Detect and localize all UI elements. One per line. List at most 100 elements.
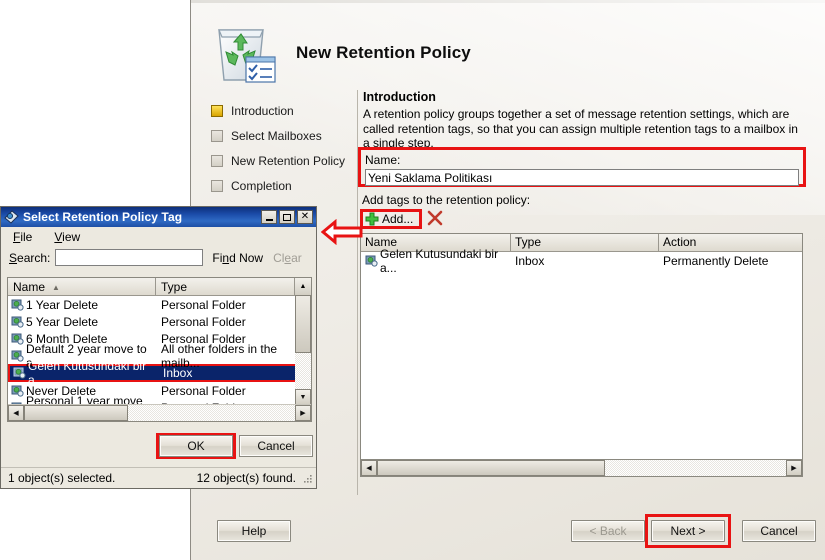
grid-cell-name-text: Gelen Kutusundaki bir a...	[380, 246, 499, 275]
list-item-name-text: 1 Year Delete	[26, 297, 99, 312]
scroll-down-arrow-icon[interactable]: ▼	[295, 389, 311, 405]
list-item[interactable]: 5 Year Delete Personal Folder	[8, 313, 311, 330]
step-label: Completion	[231, 178, 292, 193]
list-column-type[interactable]: Type	[156, 278, 295, 295]
scroll-right-arrow-icon[interactable]: ▶	[295, 405, 311, 421]
list-horizontal-scrollbar[interactable]: ◀ ▶	[8, 404, 311, 421]
dialog-cancel-button[interactable]: Cancel	[239, 435, 313, 457]
step-label: Introduction	[231, 103, 294, 118]
grid-horizontal-scrollbar[interactable]: ◀ ▶	[361, 459, 802, 476]
retention-tags-grid[interactable]: Name Type Action Gelen Kutusundaki bir a…	[360, 233, 803, 477]
status-objects-found: 12 object(s) found.	[196, 471, 296, 485]
retention-tag-icon	[11, 316, 24, 328]
add-tag-button[interactable]: Add...	[360, 209, 423, 229]
retention-tag-icon	[13, 367, 26, 379]
list-item[interactable]: 1 Year Delete Personal Folder	[8, 296, 311, 313]
page-title: New Retention Policy	[296, 43, 471, 62]
dialog-search-bar: Search: Find Now Clear	[1, 246, 316, 269]
list-item-selected[interactable]: Gelen Kutusundaki bir a... Inbox	[8, 359, 311, 387]
step-indicator-icon	[211, 104, 223, 117]
grid-cell-action: Permanently Delete	[663, 253, 769, 268]
clear-button: Clear	[273, 250, 302, 265]
step-indicator-icon	[211, 154, 223, 167]
recycle-bin-checklist-icon	[218, 29, 276, 83]
scroll-track[interactable]	[24, 405, 295, 421]
wizard-step-list: Introduction Select Mailboxes New Retent…	[211, 98, 361, 198]
window-controls: ✕	[261, 210, 316, 224]
scroll-thumb[interactable]	[377, 460, 605, 476]
window-top-edge	[191, 0, 825, 3]
menu-item-file[interactable]: File	[13, 230, 32, 244]
sidebar-item-new-retention-policy[interactable]: New Retention Policy	[211, 148, 361, 173]
list-column-name-text: Name	[13, 280, 46, 294]
scroll-thumb[interactable]	[295, 295, 311, 353]
scroll-track[interactable]	[377, 460, 786, 476]
help-button[interactable]: Help	[217, 520, 291, 542]
close-icon[interactable]: ✕	[297, 210, 313, 224]
retention-tag-list[interactable]: Name ▲ Type ▲ 1 Year Delete Personal Fol…	[7, 277, 312, 422]
retention-tag-icon	[365, 255, 378, 267]
sidebar-item-introduction[interactable]: Introduction	[211, 98, 361, 123]
list-column-name[interactable]: Name ▲	[8, 278, 156, 295]
wizard-footer: Help < Back Next > Cancel	[191, 502, 825, 560]
add-tags-label: Add tags to the retention policy:	[362, 193, 531, 207]
grid-cell-name: Gelen Kutusundaki bir a...	[361, 247, 511, 275]
retention-tag-icon	[4, 210, 19, 224]
list-item-name: 1 Year Delete	[8, 298, 156, 312]
ok-button[interactable]: OK	[159, 435, 233, 457]
name-label: Name:	[365, 153, 401, 167]
list-vertical-scrollbar[interactable]: ▼	[295, 295, 311, 405]
pane-description: A retention policy groups together a set…	[363, 107, 798, 150]
delete-tag-icon[interactable]	[426, 209, 444, 227]
sidebar-item-completion[interactable]: Completion	[211, 173, 361, 198]
back-button: < Back	[571, 520, 645, 542]
wizard-content-pane: Introduction A retention policy groups t…	[357, 90, 809, 495]
list-item-type: Personal Folder	[161, 297, 246, 312]
next-button[interactable]: Next >	[651, 520, 725, 542]
find-now-button[interactable]: Find Now	[212, 251, 263, 265]
grid-column-type[interactable]: Type	[511, 234, 659, 251]
sidebar-item-select-mailboxes[interactable]: Select Mailboxes	[211, 123, 361, 148]
scroll-thumb[interactable]	[24, 405, 128, 421]
step-indicator-icon	[211, 129, 223, 142]
maximize-icon[interactable]	[279, 210, 295, 224]
list-column-type-text: Type	[161, 280, 188, 294]
name-field-highlight: Name:	[358, 147, 806, 187]
list-header-row: Name ▲ Type ▲	[8, 278, 311, 296]
dialog-title-text: Select Retention Policy Tag	[23, 210, 183, 224]
grid-cell-type: Inbox	[515, 253, 545, 268]
add-tag-label: Add...	[382, 212, 414, 226]
search-label: Search:	[9, 250, 51, 265]
table-row[interactable]: Gelen Kutusundaki bir a... Inbox Permane…	[361, 247, 802, 275]
wizard-header: New Retention Policy	[191, 8, 825, 93]
scroll-left-arrow-icon[interactable]: ◀	[8, 405, 24, 421]
resize-grip-icon[interactable]	[301, 474, 313, 486]
scroll-up-arrow-icon[interactable]: ▲	[295, 278, 311, 295]
plus-icon	[365, 212, 379, 226]
cancel-button[interactable]: Cancel	[742, 520, 816, 542]
dialog-title-bar[interactable]: Select Retention Policy Tag ✕	[1, 207, 316, 227]
list-item-type: Personal Folder	[161, 383, 246, 398]
grid-column-action[interactable]: Action	[659, 234, 802, 251]
search-input[interactable]	[55, 249, 204, 266]
pane-title: Introduction	[363, 90, 436, 104]
select-retention-policy-tag-dialog: Select Retention Policy Tag ✕ File View …	[0, 206, 317, 489]
list-item-type: Personal Folder	[161, 314, 246, 329]
sort-ascending-icon: ▲	[52, 282, 60, 292]
scroll-right-arrow-icon[interactable]: ▶	[786, 460, 802, 476]
list-item-name-text: 5 Year Delete	[26, 314, 99, 329]
list-item-name: 5 Year Delete	[8, 315, 156, 329]
step-label: New Retention Policy	[231, 153, 346, 168]
step-indicator-icon	[211, 179, 223, 192]
dialog-status-bar: 1 object(s) selected. 12 object(s) found…	[1, 467, 316, 488]
policy-name-input[interactable]	[365, 169, 799, 186]
scroll-left-arrow-icon[interactable]: ◀	[361, 460, 377, 476]
status-objects-selected: 1 object(s) selected.	[8, 471, 116, 485]
menu-item-view[interactable]: View	[54, 230, 80, 244]
step-label: Select Mailboxes	[231, 128, 322, 143]
left-arrow-annotation-icon	[321, 219, 363, 245]
minimize-icon[interactable]	[261, 210, 277, 224]
dialog-button-bar: OK Cancel	[1, 429, 316, 463]
dialog-menu-bar: File View	[1, 227, 316, 246]
retention-tag-icon	[11, 299, 24, 311]
